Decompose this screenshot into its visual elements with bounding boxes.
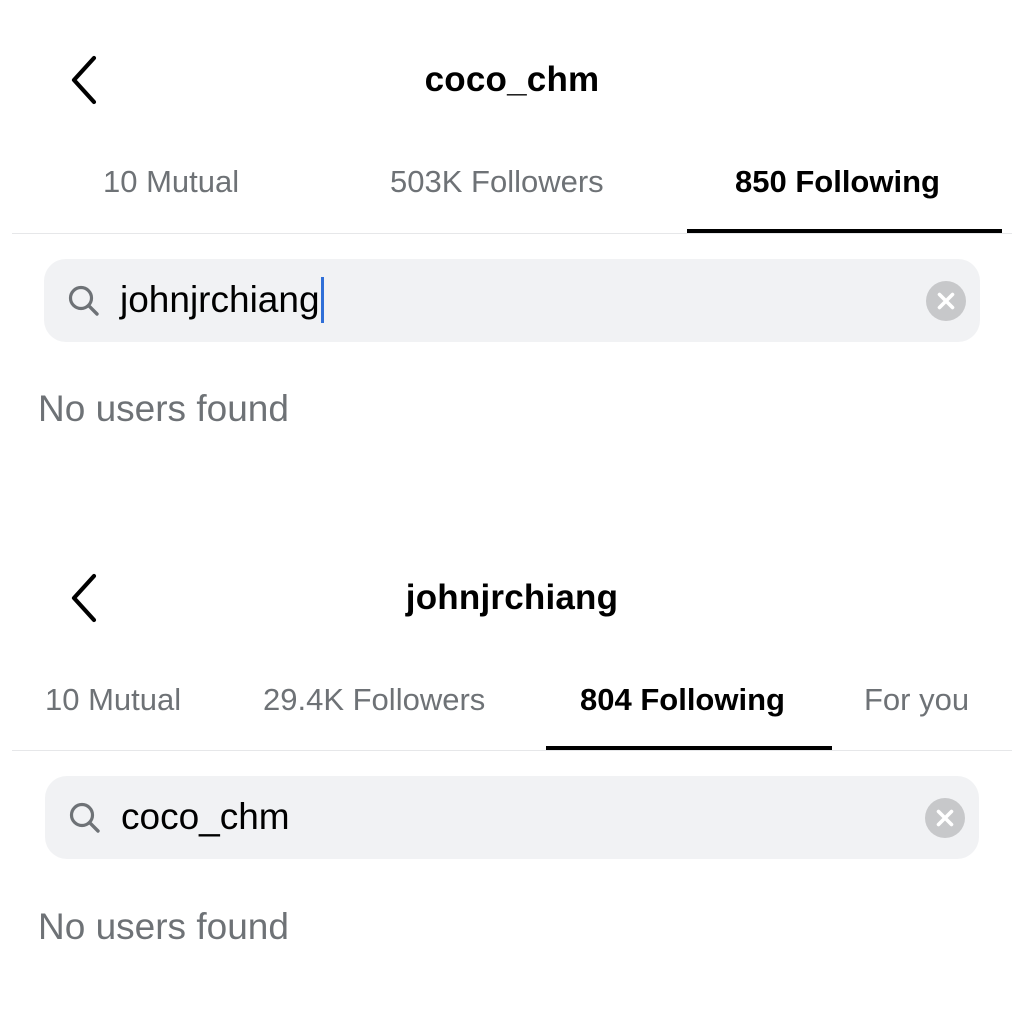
tab-for-you[interactable]: For you <box>864 682 969 718</box>
page-title: coco_chm <box>424 60 600 99</box>
clear-search-button[interactable] <box>925 798 965 838</box>
active-tab-indicator <box>546 746 832 750</box>
search-input[interactable]: johnjrchiang <box>120 277 324 323</box>
search-field[interactable]: johnjrchiang <box>44 259 980 342</box>
search-input-value: johnjrchiang <box>120 279 320 320</box>
tab-mutual[interactable]: 10 Mutual <box>103 164 239 200</box>
search-field[interactable]: coco_chm <box>45 776 979 859</box>
search-icon <box>67 800 103 836</box>
page-title: johnjrchiang <box>405 578 619 617</box>
tab-following[interactable]: 850 Following <box>735 164 940 200</box>
tab-divider <box>12 750 1012 751</box>
empty-state-message: No users found <box>38 906 289 947</box>
following-screen-john: johnjrchiang 10 Mutual 29.4K Followers 8… <box>0 518 1024 1024</box>
clear-circle-icon <box>936 809 954 827</box>
search-input[interactable]: coco_chm <box>121 794 290 840</box>
text-cursor <box>320 277 324 323</box>
active-tab-indicator <box>687 229 1002 233</box>
tab-followers[interactable]: 29.4K Followers <box>263 682 485 718</box>
search-icon <box>66 283 102 319</box>
search-input-value: coco_chm <box>121 796 290 837</box>
tab-followers[interactable]: 503K Followers <box>390 164 604 200</box>
tab-following[interactable]: 804 Following <box>580 682 785 718</box>
empty-state-message: No users found <box>38 388 289 429</box>
following-screen-coco: coco_chm 10 Mutual 503K Followers 850 Fo… <box>0 0 1024 518</box>
clear-circle-icon <box>937 292 955 310</box>
clear-search-button[interactable] <box>926 281 966 321</box>
tab-mutual[interactable]: 10 Mutual <box>45 682 181 718</box>
tab-divider <box>12 233 1012 234</box>
